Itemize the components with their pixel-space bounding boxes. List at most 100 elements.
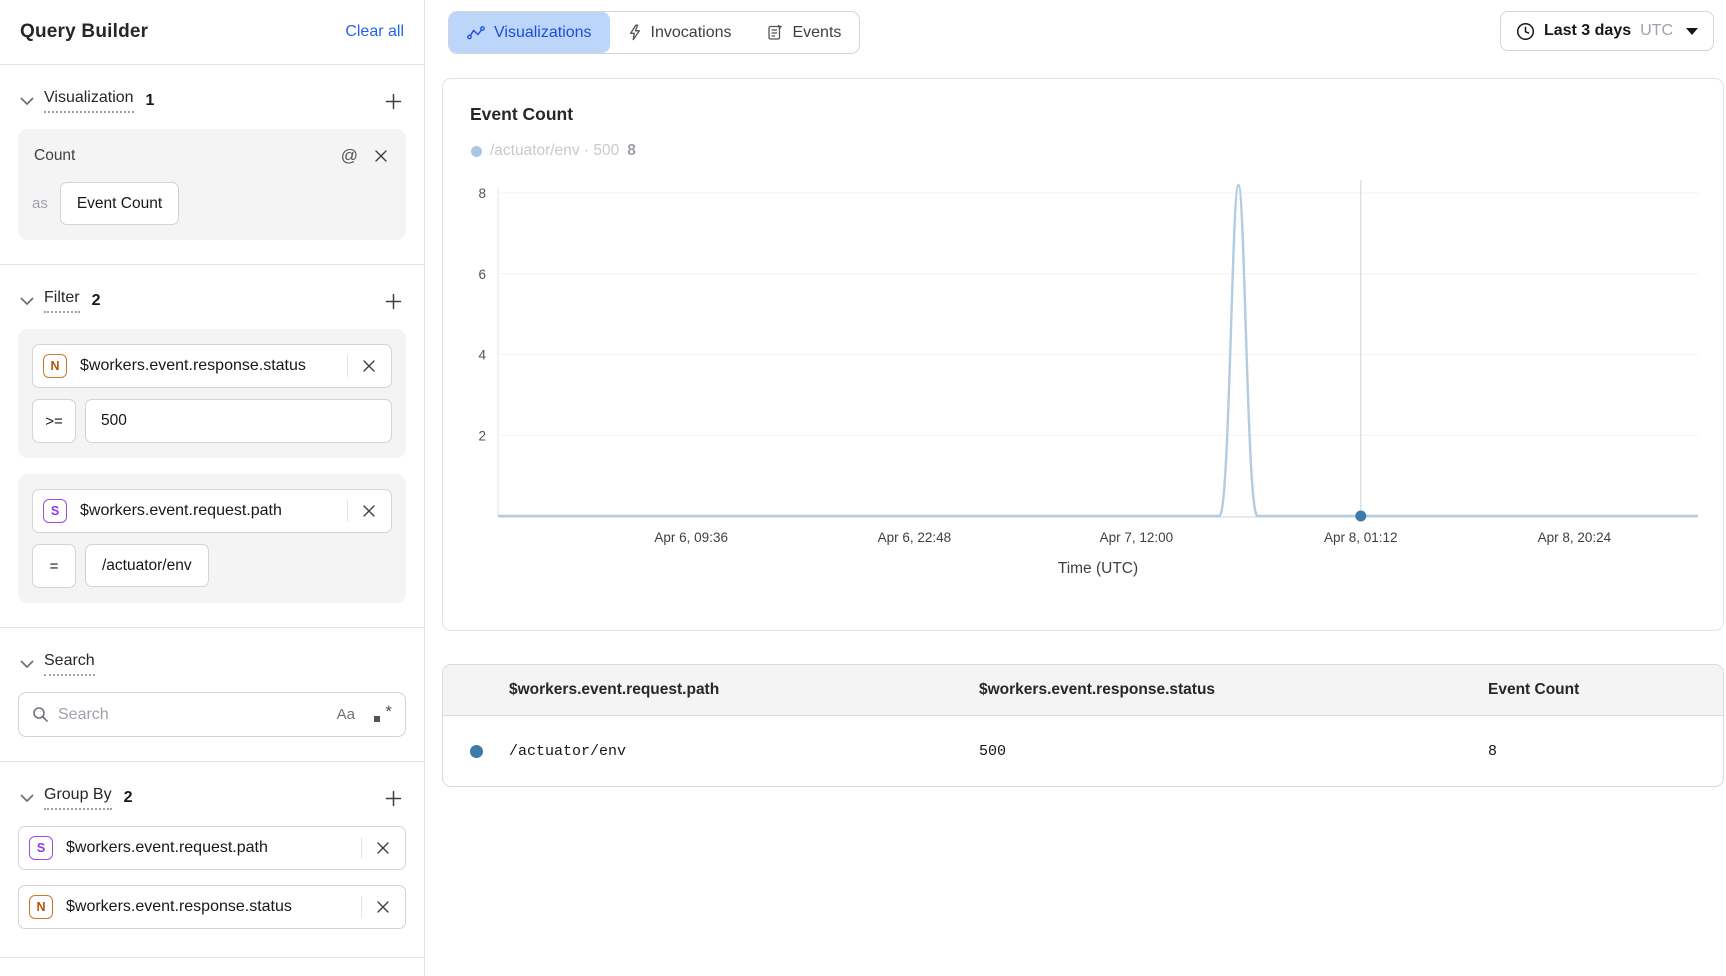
column-header[interactable]: Event Count — [1488, 681, 1723, 699]
add-filter-button[interactable] — [383, 291, 404, 312]
time-range-label: Last 3 days — [1544, 22, 1631, 40]
chart-card: Event Count /actuator/env · 500 8 2 4 6 8 Ap… — [442, 78, 1724, 631]
group-by-section-label[interactable]: Group By — [44, 786, 112, 810]
column-header[interactable]: $workers.event.request.path — [509, 681, 979, 699]
remove-filter-button[interactable] — [347, 490, 391, 532]
svg-text:Apr 7, 12:00: Apr 7, 12:00 — [1100, 530, 1174, 545]
chart-plot[interactable]: 2 4 6 8 Apr 6, 09:36 Apr 6, 22:48 Apr 7, 12:00… — [443, 168, 1723, 580]
cell-request-path: /actuator/env — [509, 743, 979, 760]
remove-group-by-button[interactable] — [361, 827, 405, 869]
chevron-down-icon[interactable] — [20, 794, 34, 803]
search-box: Aa * — [18, 692, 406, 737]
query-builder-app: Query Builder Clear all Visualization 1 … — [0, 0, 1726, 976]
field-type-badge: S — [43, 499, 67, 523]
filter-value-field[interactable]: /actuator/env — [85, 544, 209, 587]
cell-event-count: 8 — [1488, 743, 1723, 760]
legend-series-value: 8 — [627, 142, 636, 160]
visualization-section-label[interactable]: Visualization — [44, 89, 134, 113]
cell-response-status: 500 — [979, 743, 1488, 760]
field-type-badge: N — [43, 354, 67, 378]
sidebar-header: Query Builder Clear all — [0, 0, 424, 65]
event-list-icon — [767, 24, 783, 41]
filter-operator-select[interactable]: >= — [32, 399, 76, 443]
filter-section: Filter 2 N $workers.event.response.statu… — [0, 265, 424, 628]
chevron-down-icon[interactable] — [20, 97, 34, 106]
tab-label: Visualizations — [494, 24, 592, 42]
table-header-row: $workers.event.request.path $workers.eve… — [443, 665, 1723, 716]
svg-text:4: 4 — [478, 348, 486, 363]
column-header[interactable]: $workers.event.response.status — [979, 681, 1488, 699]
svg-text:2: 2 — [478, 428, 486, 443]
visualization-alias-field[interactable]: Event Count — [60, 182, 179, 225]
filter-count: 2 — [92, 292, 101, 310]
group-by-field-selector[interactable]: N $workers.event.response.status — [18, 885, 406, 929]
legend-dot — [471, 146, 482, 157]
remove-filter-button[interactable] — [347, 345, 391, 387]
filter-card: S $workers.event.request.path = /actuato… — [18, 474, 406, 603]
group-by-count: 2 — [124, 789, 133, 807]
main-content: Visualizations Invocations Events — [425, 0, 1726, 976]
add-visualization-button[interactable] — [383, 91, 404, 112]
query-builder-sidebar: Query Builder Clear all Visualization 1 … — [0, 0, 425, 976]
filter-field-name: $workers.event.response.status — [80, 357, 347, 375]
chart-legend[interactable]: /actuator/env · 500 8 — [443, 125, 1723, 160]
svg-text:Apr 8, 01:12: Apr 8, 01:12 — [1324, 530, 1398, 545]
clear-all-button[interactable]: Clear all — [345, 23, 404, 41]
visualization-count: 1 — [146, 92, 155, 110]
filter-field-name: $workers.event.request.path — [80, 502, 347, 520]
group-by-section: Group By 2 S $workers.event.request.path… — [0, 762, 424, 958]
results-table: $workers.event.request.path $workers.eve… — [442, 664, 1724, 787]
search-section-label[interactable]: Search — [44, 652, 95, 676]
regex-icon[interactable]: * — [374, 706, 392, 724]
svg-text:8: 8 — [478, 186, 486, 201]
visualization-section: Visualization 1 Count @ as Event Count — [0, 65, 424, 265]
match-case-icon[interactable]: Aa — [337, 706, 355, 723]
remove-visualization-button[interactable] — [372, 147, 390, 165]
svg-text:Time (UTC): Time (UTC) — [1058, 560, 1138, 577]
tab-invocations[interactable]: Invocations — [610, 12, 750, 53]
chevron-down-icon[interactable] — [20, 297, 34, 306]
add-group-by-button[interactable] — [383, 788, 404, 809]
filter-field-selector[interactable]: S $workers.event.request.path — [32, 489, 392, 533]
series-color-dot — [470, 745, 483, 758]
as-label: as — [32, 195, 48, 212]
table-row[interactable]: /actuator/env 500 8 — [443, 716, 1723, 786]
svg-text:6: 6 — [478, 267, 486, 282]
filter-value-input[interactable] — [85, 399, 392, 443]
at-icon[interactable]: @ — [341, 146, 358, 166]
tab-visualizations[interactable]: Visualizations — [449, 12, 610, 53]
time-zone-label: UTC — [1640, 22, 1673, 40]
remove-group-by-button[interactable] — [361, 886, 405, 928]
chart-title: Event Count — [443, 79, 1723, 125]
time-range-dropdown[interactable]: Last 3 days UTC — [1500, 11, 1714, 51]
trend-line-icon — [467, 26, 485, 40]
svg-text:Apr 6, 09:36: Apr 6, 09:36 — [654, 530, 728, 545]
search-section: Search Aa * — [0, 628, 424, 762]
lightning-bolt-icon — [628, 24, 642, 41]
group-by-field-selector[interactable]: S $workers.event.request.path — [18, 826, 406, 870]
clock-icon — [1516, 22, 1535, 41]
chevron-down-icon[interactable] — [20, 660, 34, 669]
svg-text:Apr 6, 22:48: Apr 6, 22:48 — [878, 530, 952, 545]
search-icon — [32, 706, 49, 723]
visualization-card: Count @ as Event Count — [18, 129, 406, 240]
filter-card: N $workers.event.response.status >= — [18, 329, 406, 458]
search-input[interactable] — [58, 706, 328, 724]
field-type-badge: S — [29, 836, 53, 860]
group-by-field-name: $workers.event.request.path — [66, 839, 361, 857]
page-title: Query Builder — [20, 21, 148, 43]
svg-text:Apr 8, 20:24: Apr 8, 20:24 — [1538, 530, 1612, 545]
tab-label: Events — [792, 24, 841, 42]
filter-field-selector[interactable]: N $workers.event.response.status — [32, 344, 392, 388]
filter-section-label[interactable]: Filter — [44, 289, 80, 313]
metric-name[interactable]: Count — [34, 147, 327, 165]
main-toolbar: Visualizations Invocations Events — [425, 0, 1726, 54]
field-type-badge: N — [29, 895, 53, 919]
group-by-field-name: $workers.event.response.status — [66, 898, 361, 916]
view-tab-group: Visualizations Invocations Events — [448, 11, 860, 54]
filter-operator-select[interactable]: = — [32, 544, 76, 588]
tab-events[interactable]: Events — [749, 12, 859, 53]
legend-series-label: /actuator/env · 500 — [490, 142, 619, 160]
caret-down-icon — [1686, 28, 1698, 35]
tab-label: Invocations — [651, 24, 732, 42]
